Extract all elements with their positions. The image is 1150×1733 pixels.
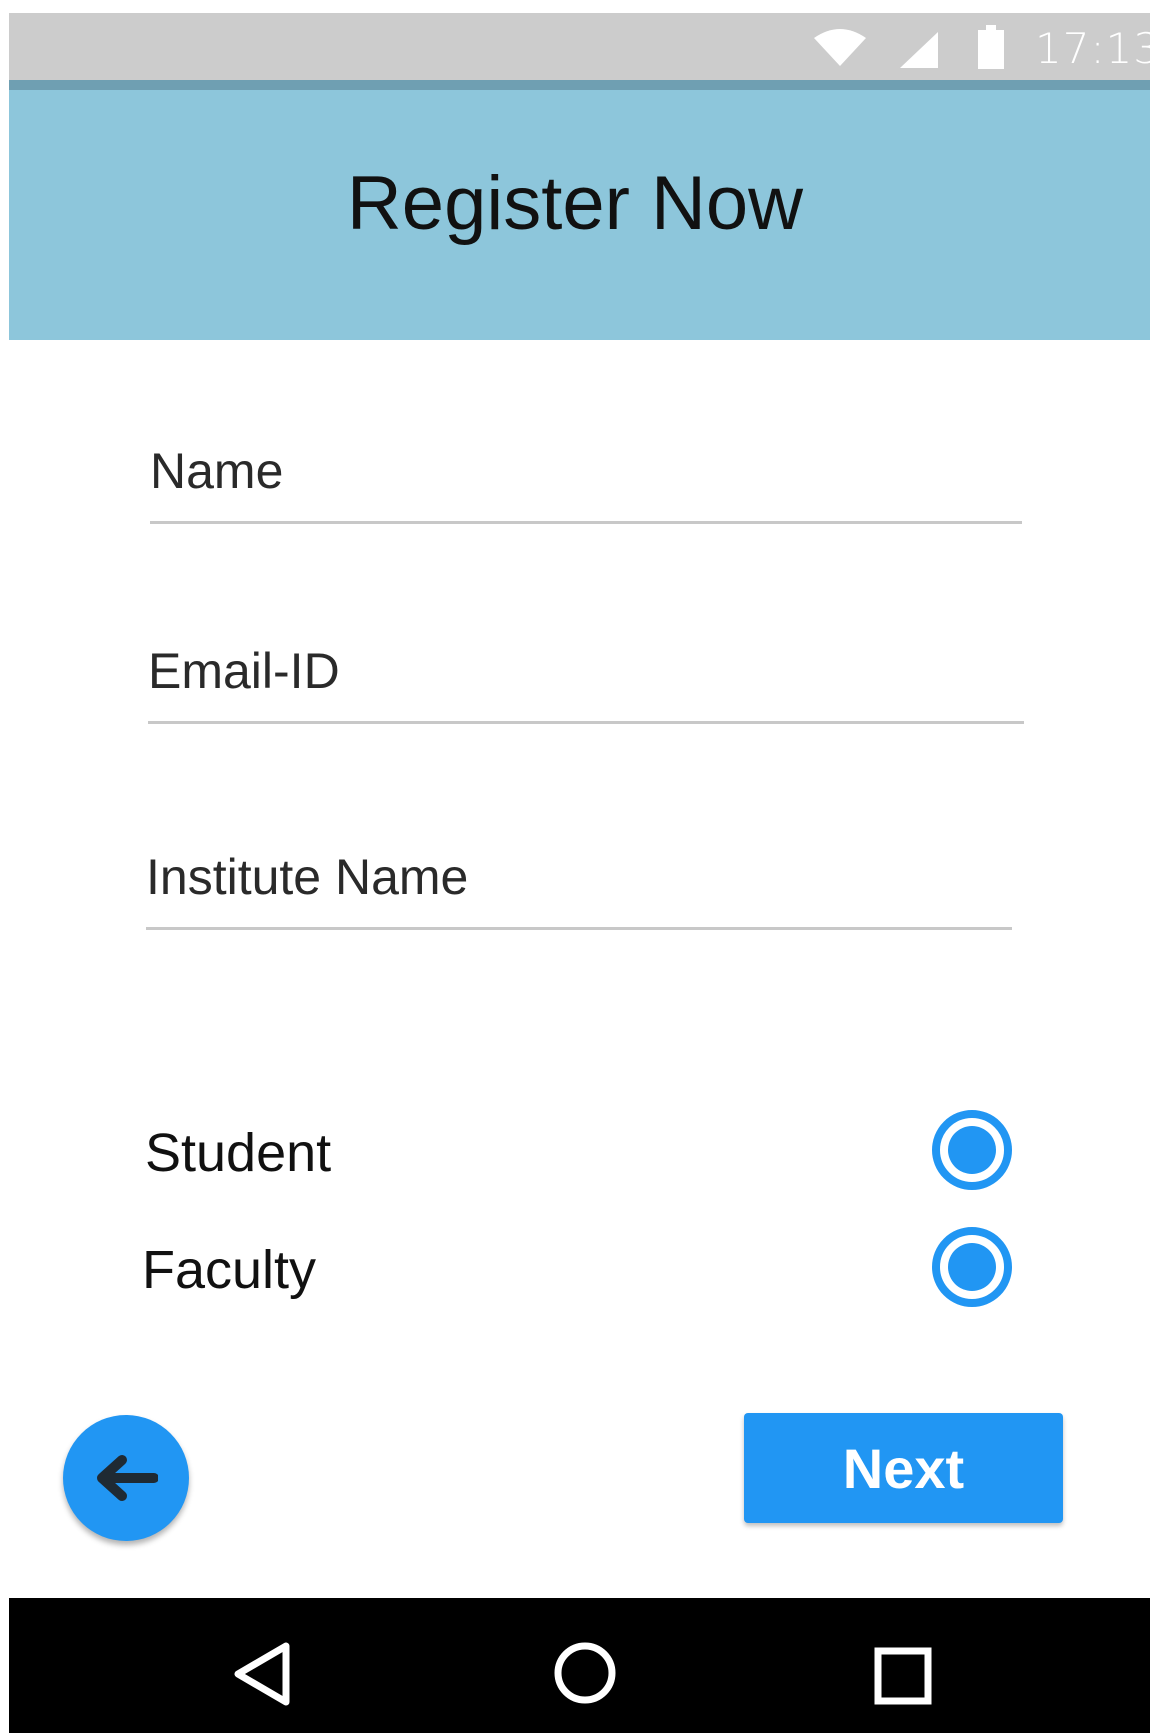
register-screen: 17:13 Register Now Student Faculty Next (0, 0, 1150, 1733)
nav-home-icon[interactable] (552, 1640, 618, 1706)
wifi-icon (814, 29, 866, 66)
radio-row-faculty[interactable]: Faculty (142, 1225, 1018, 1315)
battery-icon (978, 25, 1004, 69)
student-radio[interactable] (932, 1110, 1012, 1190)
institute-name-field (146, 826, 1012, 930)
nav-recents-icon[interactable] (874, 1647, 932, 1705)
next-button[interactable]: Next (744, 1413, 1063, 1523)
faculty-radio[interactable] (932, 1227, 1012, 1307)
back-button[interactable] (63, 1415, 189, 1541)
arrow-left-icon (97, 1455, 158, 1501)
student-label: Student (145, 1123, 332, 1183)
nav-back-icon[interactable] (230, 1640, 294, 1708)
email-field (148, 620, 1024, 724)
name-field (150, 420, 1022, 524)
name-input[interactable] (150, 420, 1022, 521)
institute-name-input[interactable] (146, 826, 1012, 927)
status-time: 17:13 (1035, 24, 1150, 73)
radio-selected-dot (948, 1243, 996, 1291)
email-input[interactable] (148, 620, 1024, 721)
status-bar-accent (9, 80, 1150, 90)
cellular-signal-icon (900, 32, 938, 68)
page-title: Register Now (346, 161, 804, 246)
radio-row-student[interactable]: Student (145, 1108, 1015, 1198)
faculty-label: Faculty (142, 1240, 317, 1300)
radio-selected-dot (948, 1126, 996, 1174)
